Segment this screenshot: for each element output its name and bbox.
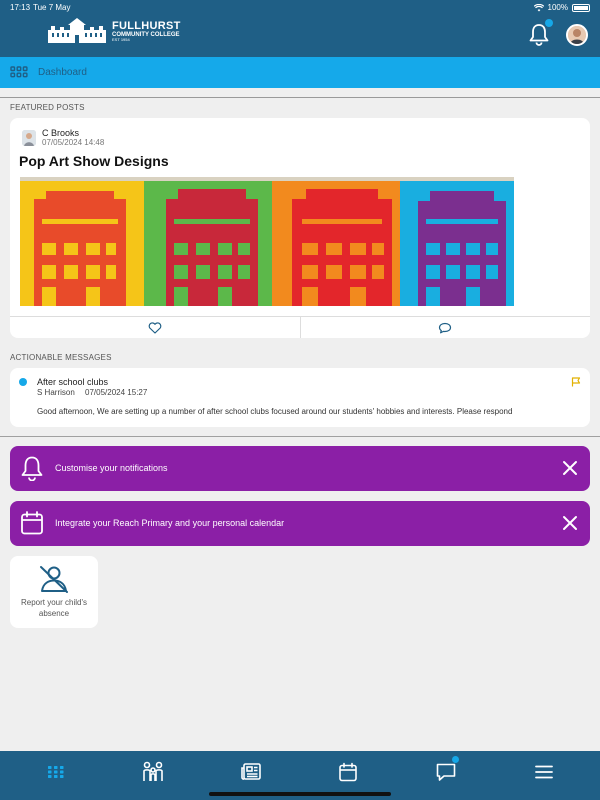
breadcrumb-label[interactable]: Dashboard [38,67,87,78]
status-bar: 17:13 Tue 7 May 100% [0,3,600,15]
family-icon [143,761,163,781]
logo-text: FULLHURST COMMUNITY COLLEGE EST 1954 [112,19,181,42]
comment-icon [439,322,452,333]
logo-established: EST 1954 [112,36,130,42]
dashboard-grid-icon[interactable] [10,66,28,78]
close-icon[interactable] [562,515,578,531]
actionable-messages-heading: ACTIONABLE MESSAGES [10,353,112,362]
notification-badge [545,19,553,27]
status-date: Tue 7 May [33,3,71,12]
battery-icon [572,3,590,12]
status-right: 100% [533,3,590,12]
post-author: C Brooks [42,128,80,138]
nav-messages[interactable] [435,761,457,783]
home-indicator[interactable] [209,792,391,796]
messages-badge [452,756,459,763]
comment-button[interactable] [299,317,591,338]
calendar-icon [339,762,357,782]
news-icon [241,763,261,780]
post-image[interactable] [20,177,514,306]
school-logo[interactable]: FULLHURST COMMUNITY COLLEGE EST 1954 [46,18,181,44]
message-date: 07/05/2024 15:27 [85,388,148,397]
profile-avatar[interactable] [566,24,588,46]
author-avatar [22,130,36,146]
divider [0,97,600,98]
calendar-banner[interactable]: Integrate your Reach Primary and your pe… [10,501,590,546]
message-card[interactable]: After school clubs S Harrison 07/05/2024… [10,368,590,427]
nav-calendar[interactable] [337,761,359,783]
wifi-icon [533,3,544,11]
nav-family[interactable] [142,761,164,783]
author-photo-icon [22,130,36,146]
calendar-icon [21,511,43,535]
dashboard-icon [48,766,64,778]
featured-post-card[interactable]: C Brooks 07/05/2024 14:48 Pop Art Show D… [10,118,590,338]
tile-label: Report your child's absence [21,598,87,618]
bottom-navigation [0,751,600,800]
message-sender: S Harrison [37,388,75,397]
nav-dashboard[interactable] [45,761,67,783]
notifications-banner[interactable]: Customise your notifications [10,446,590,491]
banner-text: Customise your notifications [55,463,168,473]
message-title: After school clubs [37,377,109,387]
report-absence-tile[interactable]: Report your child's absence [10,556,98,628]
featured-posts-heading: FEATURED POSTS [10,103,85,112]
menu-icon [535,765,553,779]
message-preview: Good afternoon, We are setting up a numb… [37,407,513,416]
like-button[interactable] [10,317,300,338]
status-time: 17:13 [10,3,31,12]
post-title[interactable]: Pop Art Show Designs [19,153,169,169]
message-meta: S Harrison 07/05/2024 15:27 [37,388,147,397]
post-date: 07/05/2024 14:48 [42,138,105,147]
nav-menu[interactable] [533,761,555,783]
heart-icon [148,321,162,334]
building-icon [48,18,106,43]
breadcrumb: Dashboard [0,57,600,88]
bell-icon [21,456,43,481]
messages-icon [436,763,456,781]
close-icon[interactable] [562,460,578,476]
nav-news[interactable] [240,761,262,783]
user-photo-icon [568,26,586,44]
unread-indicator [19,378,27,386]
battery-percent: 100% [547,3,568,12]
app-header: 17:13 Tue 7 May 100% FULLHURST COMMUNITY… [0,0,600,57]
banner-text: Integrate your Reach Primary and your pe… [55,518,285,528]
logo-name: FULLHURST [112,19,181,32]
divider [0,436,600,437]
flag-icon[interactable] [571,377,581,387]
post-actions [10,316,590,338]
absence-icon [40,566,68,593]
